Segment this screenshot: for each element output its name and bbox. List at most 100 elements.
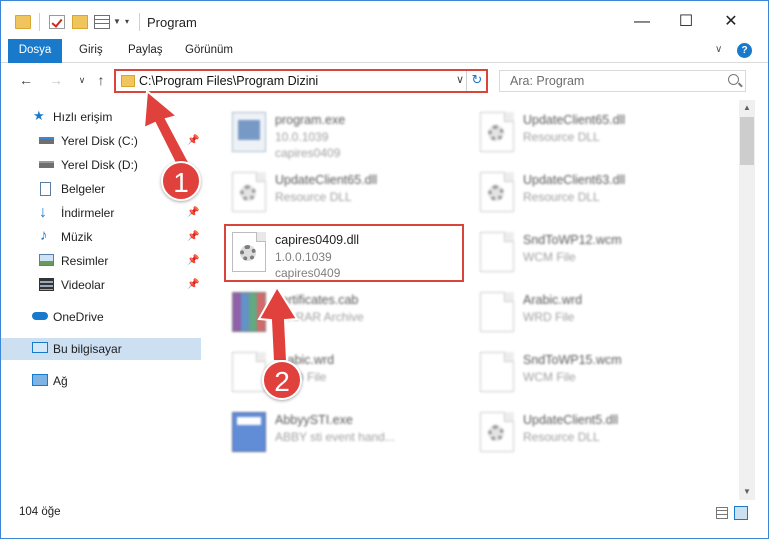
dll-icon <box>480 112 514 152</box>
star-icon: ★ <box>33 108 45 123</box>
tab-view[interactable]: Görünüm <box>185 39 233 63</box>
sidebar-item-local-disk-c[interactable]: Yerel Disk (C:) 📌 <box>1 130 201 152</box>
large-icons-view-icon[interactable] <box>734 506 748 520</box>
ribbon-tabs: Dosya Giriş Paylaş Görünüm ∨ ? <box>1 39 768 63</box>
file-type: Resource DLL <box>275 190 352 204</box>
annotation-badge-1: 1 <box>161 161 201 201</box>
file-name: SndToWP15.wcm <box>523 353 622 367</box>
documents-icon <box>40 182 51 196</box>
file-item[interactable]: AbbyySTI.exe ABBY sti event hand... <box>228 406 468 462</box>
abbyy-icon <box>232 412 266 452</box>
sidebar-item-label: Hızlı erişim <box>53 110 113 124</box>
file-type: Resource DLL <box>523 130 600 144</box>
chevron-down-icon[interactable]: ▼ <box>113 17 121 26</box>
properties-icon[interactable] <box>94 15 110 29</box>
file-type: WRD File <box>523 310 575 324</box>
annotation-badge-2: 2 <box>262 360 302 400</box>
sidebar-item-music[interactable]: ♪ Müzik 📌 <box>1 226 201 248</box>
file-name: UpdateClient65.dll <box>523 113 626 127</box>
onedrive-icon <box>32 312 48 320</box>
file-type: Resource DLL <box>523 430 600 444</box>
sidebar-item-this-pc[interactable]: Bu bilgisayar <box>1 338 201 360</box>
pin-icon[interactable]: 📌 <box>187 231 199 242</box>
pin-icon[interactable]: 📌 <box>187 135 199 146</box>
folder-icon[interactable] <box>15 15 31 29</box>
forward-button[interactable]: → <box>47 70 65 90</box>
file-icon <box>232 352 266 392</box>
file-name: Arabic.wrd <box>523 293 583 307</box>
sidebar-item-label: Yerel Disk (D:) <box>61 158 138 172</box>
file-name: UpdateClient5.dll <box>523 413 619 427</box>
recent-locations-icon[interactable]: ∨ <box>73 70 91 90</box>
file-name: certificates.cab <box>275 293 359 307</box>
title-bar: ▼ ▾ Program — ☐ ✕ <box>1 1 768 41</box>
file-item[interactable]: SndToWP15.wcm WCM File <box>476 346 716 402</box>
file-item[interactable]: UpdateClient65.dll Resource DLL <box>228 166 468 222</box>
sidebar-item-label: Videolar <box>61 278 105 292</box>
file-item[interactable]: SndToWP12.wcm WCM File <box>476 226 716 282</box>
address-bar[interactable]: C:\Program Files\Program Dizini ∨ ↻ <box>114 69 488 93</box>
sidebar-item-downloads[interactable]: ↓ İndirmeler 📌 <box>1 202 201 224</box>
refresh-icon[interactable]: ↻ <box>470 72 484 88</box>
sidebar-item-videos[interactable]: Videolar 📌 <box>1 274 201 296</box>
scroll-thumb[interactable] <box>740 117 754 165</box>
file-name: UpdateClient63.dll <box>523 173 626 187</box>
help-button[interactable]: ? <box>737 43 752 58</box>
minimize-button[interactable]: — <box>629 9 655 35</box>
customize-toolbar-icon[interactable]: ▾ <box>125 17 129 26</box>
file-item[interactable]: program.exe 10.0.1039 capires0409 <box>228 106 468 162</box>
close-button[interactable]: ✕ <box>718 9 744 35</box>
download-icon: ↓ <box>39 204 47 221</box>
navigation-pane: ★ Hızlı erişim Yerel Disk (C:) 📌 Yerel D… <box>1 100 203 500</box>
search-input[interactable]: Ara: Program <box>499 70 746 92</box>
tab-home[interactable]: Giriş <box>79 39 103 63</box>
dll-icon <box>480 412 514 452</box>
expand-ribbon-icon[interactable]: ∨ <box>715 44 722 55</box>
file-item[interactable]: UpdateClient63.dll Resource DLL <box>476 166 716 222</box>
sidebar-item-pictures[interactable]: Resimler 📌 <box>1 250 201 272</box>
back-button[interactable]: ← <box>17 70 35 90</box>
sidebar-item-label: OneDrive <box>53 310 104 324</box>
dll-icon <box>480 172 514 212</box>
sidebar-item-quick-access[interactable]: ★ Hızlı erişim <box>1 106 201 128</box>
sidebar-item-onedrive[interactable]: OneDrive <box>1 306 201 328</box>
status-bar: 104 öğe <box>1 502 768 524</box>
vertical-scrollbar[interactable]: ▲ ▼ <box>739 100 755 500</box>
computer-icon <box>32 342 48 353</box>
file-item[interactable]: certificates.cab WinRAR Archive <box>228 286 468 342</box>
address-path[interactable]: C:\Program Files\Program Dizini <box>139 74 318 88</box>
file-item[interactable]: Arabic.wrd WRD File <box>476 286 716 342</box>
scroll-up-icon[interactable]: ▲ <box>739 100 755 116</box>
up-button[interactable]: ↑ <box>92 70 110 90</box>
sidebar-item-label: Bu bilgisayar <box>53 342 122 356</box>
navigation-bar: ← → ∨ ↑ C:\Program Files\Program Dizini … <box>1 64 768 98</box>
file-item[interactable]: UpdateClient65.dll Resource DLL <box>476 106 716 162</box>
tab-file[interactable]: Dosya <box>8 39 62 63</box>
pin-icon[interactable]: 📌 <box>187 279 199 290</box>
videos-icon <box>39 278 54 291</box>
sidebar-item-label: Belgeler <box>61 182 106 196</box>
tab-share[interactable]: Paylaş <box>128 39 163 63</box>
drive-icon <box>39 137 54 144</box>
maximize-button[interactable]: ☐ <box>673 9 699 35</box>
file-icon <box>480 352 514 392</box>
file-list: program.exe 10.0.1039 capires0409 Update… <box>204 100 738 500</box>
explorer-window: ▼ ▾ Program — ☐ ✕ Dosya Giriş Paylaş Gör… <box>0 0 769 539</box>
file-icon <box>480 232 514 272</box>
pin-icon[interactable]: 📌 <box>187 207 199 218</box>
sidebar-item-network[interactable]: Ağ <box>1 370 201 392</box>
search-icon[interactable] <box>728 74 739 85</box>
item-count: 104 öğe <box>19 506 61 518</box>
pictures-icon <box>39 254 54 266</box>
scroll-down-icon[interactable]: ▼ <box>739 484 755 500</box>
drive-icon <box>39 161 54 168</box>
pin-icon[interactable]: 📌 <box>187 255 199 266</box>
new-folder-icon[interactable] <box>72 15 88 29</box>
file-type: WCM File <box>523 370 576 384</box>
details-view-icon[interactable] <box>716 507 728 519</box>
window-title: Program <box>147 15 197 30</box>
properties-check-icon[interactable] <box>49 15 65 29</box>
chevron-down-icon[interactable]: ∨ <box>453 73 467 86</box>
file-icon <box>480 292 514 332</box>
file-item[interactable]: UpdateClient5.dll Resource DLL <box>476 406 716 462</box>
